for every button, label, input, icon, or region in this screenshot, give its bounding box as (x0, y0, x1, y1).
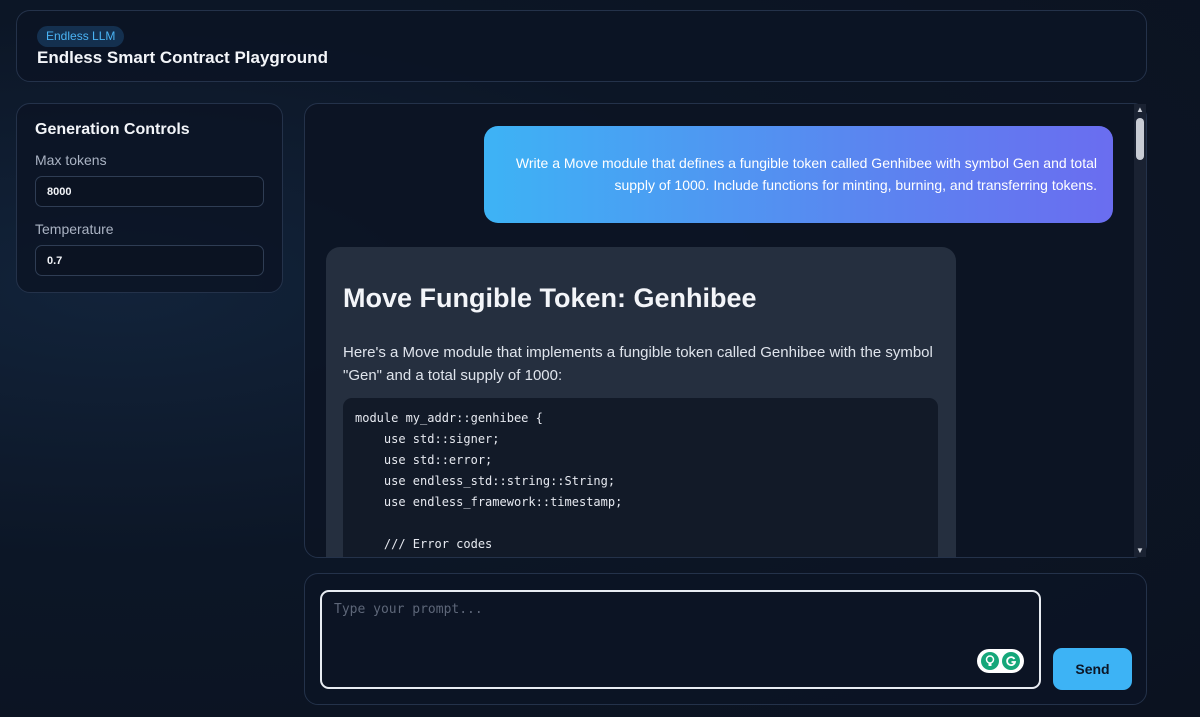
code-block: module my_addr::genhibee { use std::sign… (343, 398, 938, 557)
composer-panel: Send (304, 573, 1147, 705)
assistant-message: Move Fungible Token: Genhibee Here's a M… (326, 247, 956, 557)
app-title: Endless Smart Contract Playground (37, 48, 328, 67)
max-tokens-label: Max tokens (35, 152, 107, 168)
app-header: Endless LLM Endless Smart Contract Playg… (16, 10, 1147, 82)
grammarly-icon[interactable] (1002, 652, 1020, 670)
temperature-input[interactable] (35, 245, 264, 276)
chat-scrollbar[interactable]: ▲ ▼ (1134, 104, 1146, 557)
lightbulb-icon[interactable] (981, 652, 999, 670)
send-button[interactable]: Send (1053, 648, 1132, 690)
scroll-thumb[interactable] (1136, 118, 1144, 160)
max-tokens-input[interactable] (35, 176, 264, 207)
scroll-up-icon[interactable]: ▲ (1134, 104, 1146, 116)
temperature-label: Temperature (35, 221, 114, 237)
user-message: Write a Move module that defines a fungi… (484, 126, 1113, 223)
assistant-intro: Here's a Move module that implements a f… (343, 344, 933, 384)
assistant-heading: Move Fungible Token: Genhibee (343, 283, 757, 313)
prompt-input[interactable] (320, 590, 1041, 689)
app-badge: Endless LLM (37, 26, 125, 47)
generation-controls-panel: Generation Controls Max tokens Temperatu… (16, 103, 283, 293)
chat-window: Write a Move module that defines a fungi… (304, 103, 1147, 558)
controls-title: Generation Controls (35, 121, 190, 138)
scroll-down-icon[interactable]: ▼ (1134, 545, 1146, 557)
grammarly-widget[interactable] (977, 649, 1024, 673)
